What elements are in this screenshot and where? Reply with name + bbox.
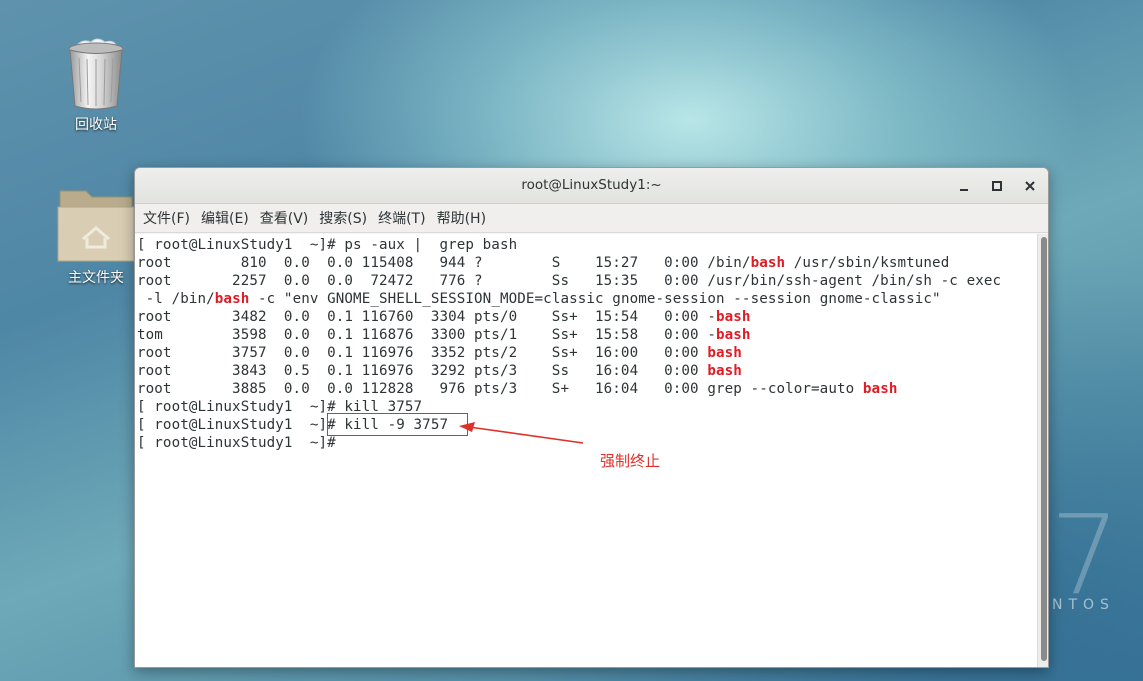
scrollbar-thumb[interactable] — [1041, 237, 1047, 661]
terminal-line: root 3482 0.0 0.1 116760 3304 pts/0 Ss+ … — [137, 308, 751, 326]
menu-view[interactable]: 查看(V) — [256, 208, 313, 228]
terminal-line: tom 3598 0.0 0.1 116876 3300 pts/1 Ss+ 1… — [137, 326, 751, 344]
desktop-icon-home-folder[interactable]: 主文件夹 — [51, 183, 141, 287]
close-icon — [1025, 181, 1035, 191]
terminal-text: root 2257 0.0 0.0 72472 776 ? Ss 15:35 0… — [137, 273, 1002, 289]
menu-terminal[interactable]: 终端(T) — [374, 208, 429, 228]
annotation-highlight-box — [327, 413, 468, 436]
title-bar[interactable]: root@LinuxStudy1:~ — [135, 168, 1048, 204]
match-highlight: bash — [214, 291, 250, 307]
menu-file[interactable]: 文件(F) — [139, 208, 194, 228]
maximize-button[interactable] — [986, 175, 1008, 197]
centos-watermark-text: NTOS — [1052, 597, 1115, 613]
terminal-text: tom 3598 0.0 0.1 116876 3300 pts/1 Ss+ 1… — [137, 327, 716, 343]
minimize-icon — [960, 189, 968, 191]
terminal-text: [ root@LinuxStudy1 ~]# ps -aux | grep ba… — [137, 237, 518, 253]
terminal-line: root 810 0.0 0.0 115408 944 ? S 15:27 0:… — [137, 254, 949, 272]
terminal-text: root 3843 0.5 0.1 116976 3292 pts/3 Ss 1… — [137, 363, 708, 379]
terminal-text: root 3885 0.0 0.0 112828 976 pts/3 S+ 16… — [137, 381, 863, 397]
menu-edit[interactable]: 编辑(E) — [197, 208, 253, 228]
annotation-label: 强制终止 — [600, 452, 661, 470]
terminal-text: root 810 0.0 0.0 115408 944 ? S 15:27 0:… — [137, 255, 751, 271]
trash-icon — [67, 36, 125, 110]
scrollbar[interactable] — [1037, 234, 1048, 667]
terminal-line: [ root@LinuxStudy1 ~]# — [137, 434, 336, 452]
match-highlight: bash — [750, 255, 786, 271]
menu-search[interactable]: 搜索(S) — [315, 208, 371, 228]
close-button[interactable] — [1019, 175, 1041, 197]
minimize-button[interactable] — [953, 175, 975, 197]
terminal-text: /usr/sbin/ksmtuned — [785, 255, 950, 271]
terminal-text: -c "env GNOME_SHELL_SESSION_MODE=classic… — [249, 291, 941, 307]
maximize-icon — [992, 181, 1002, 191]
terminal-text: [ root@LinuxStudy1 ~]# — [137, 435, 336, 451]
match-highlight: bash — [716, 309, 751, 325]
terminal-text: -l /bin/ — [137, 291, 215, 307]
terminal-line: [ root@LinuxStudy1 ~]# ps -aux | grep ba… — [137, 236, 517, 254]
centos-watermark-numeral: 7 — [1050, 491, 1120, 619]
match-highlight: bash — [707, 363, 742, 379]
menu-bar: 文件(F) 编辑(E) 查看(V) 搜索(S) 终端(T) 帮助(H) — [135, 204, 1048, 233]
terminal-text: root 3482 0.0 0.1 116760 3304 pts/0 Ss+ … — [137, 309, 716, 325]
desktop-icon-label: 主文件夹 — [68, 270, 124, 286]
home-folder-icon — [56, 183, 136, 263]
terminal-output[interactable]: [ root@LinuxStudy1 ~]# ps -aux | grep ba… — [135, 234, 1037, 667]
terminal-line: root 3843 0.5 0.1 116976 3292 pts/3 Ss 1… — [137, 362, 742, 380]
match-highlight: bash — [707, 345, 742, 361]
match-highlight: bash — [716, 327, 751, 343]
terminal-line: root 2257 0.0 0.0 72472 776 ? Ss 15:35 0… — [137, 272, 1001, 290]
desktop-icon-label: 回收站 — [75, 117, 117, 133]
window-title: root@LinuxStudy1:~ — [521, 177, 662, 193]
terminal-line: root 3885 0.0 0.0 112828 976 pts/3 S+ 16… — [137, 380, 897, 398]
terminal-line: root 3757 0.0 0.1 116976 3352 pts/2 Ss+ … — [137, 344, 742, 362]
menu-help[interactable]: 帮助(H) — [433, 208, 490, 228]
annotation-arrow-icon — [459, 422, 584, 444]
desktop-icon-trash[interactable]: 回收站 — [51, 36, 141, 134]
terminal-line: -l /bin/bash -c "env GNOME_SHELL_SESSION… — [137, 290, 941, 308]
match-highlight: bash — [862, 381, 898, 397]
terminal-text: root 3757 0.0 0.1 116976 3352 pts/2 Ss+ … — [137, 345, 708, 361]
terminal-window: root@LinuxStudy1:~ 文件(F) 编辑(E) 查看(V) 搜索(… — [134, 167, 1049, 668]
